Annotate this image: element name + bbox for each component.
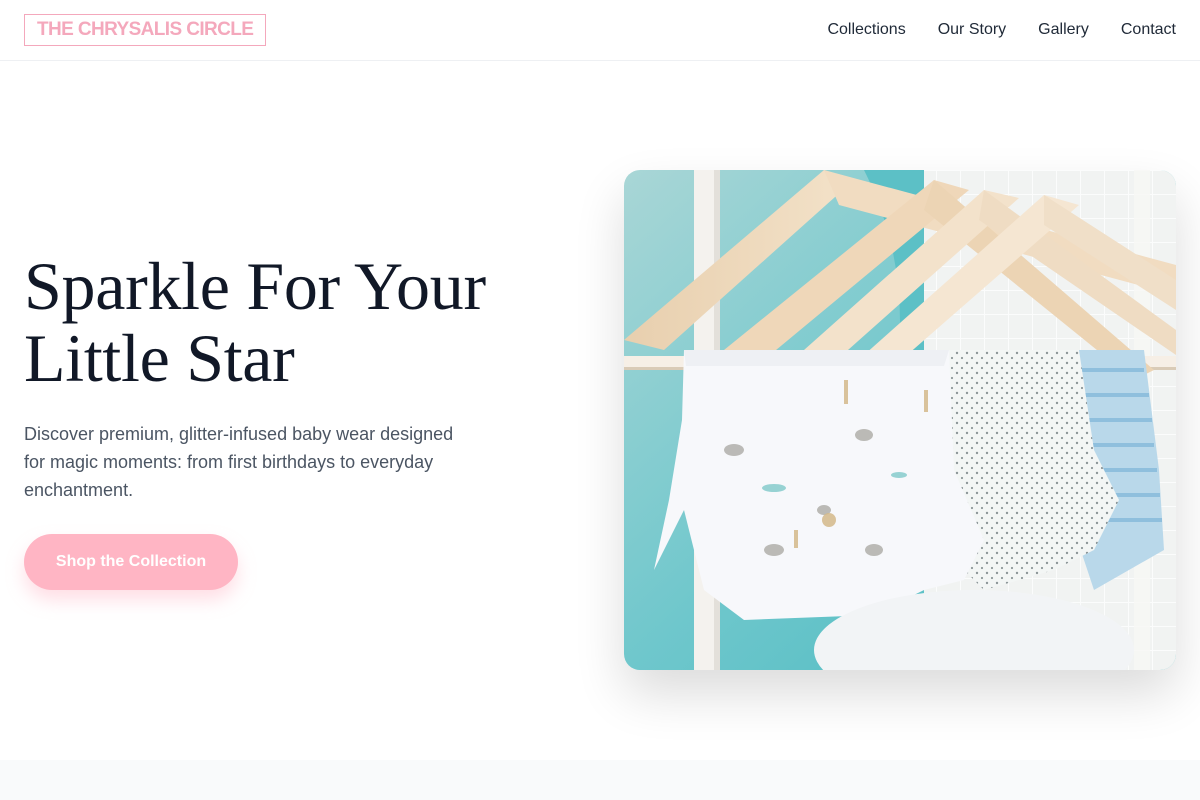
hero-image [624, 170, 1176, 670]
page: THE CHRYSALIS CIRCLE Collections Our Sto… [0, 0, 1200, 800]
hero-title: Sparkle For Your Little Star [24, 250, 564, 394]
hero-text: Sparkle For Your Little Star Discover pr… [24, 250, 564, 504]
nav-item-collections[interactable]: Collections [827, 20, 905, 40]
main-nav: Collections Our Story Gallery Contact [827, 20, 1176, 40]
nav-item-our-story[interactable]: Our Story [938, 20, 1006, 40]
site-header: THE CHRYSALIS CIRCLE Collections Our Sto… [0, 0, 1200, 61]
hero-description: Discover premium, glitter-infused baby w… [24, 424, 454, 500]
nav-item-contact[interactable]: Contact [1121, 20, 1176, 40]
brand-logo[interactable]: THE CHRYSALIS CIRCLE [24, 14, 267, 46]
next-section-band [0, 760, 1200, 800]
nav-item-gallery[interactable]: Gallery [1038, 20, 1089, 40]
baby-clothes-photo-icon [624, 170, 1176, 670]
shop-collection-button[interactable]: Shop the Collection [24, 534, 238, 590]
hero-title-line-2: Little Star [24, 320, 295, 396]
hero-title-line-1: Sparkle For Your [24, 248, 486, 324]
